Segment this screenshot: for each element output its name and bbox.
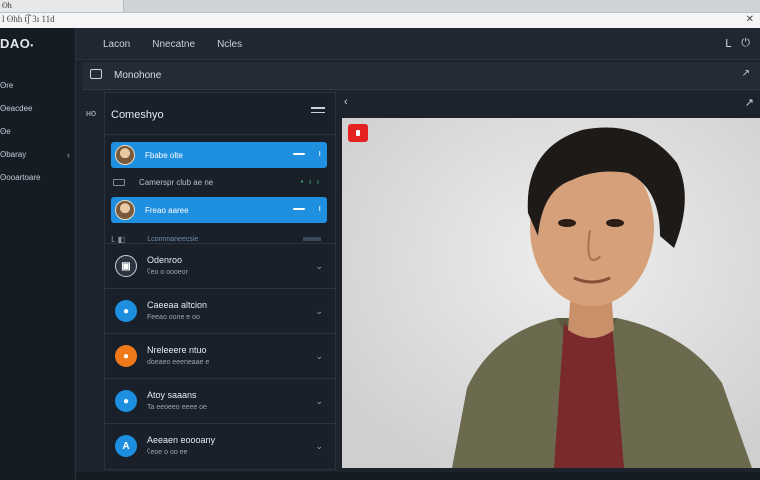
avatar [115,200,135,220]
conversation-name: Caeeaa altcion [147,300,208,310]
sidebar-item-1[interactable]: ʘre [0,74,76,97]
chevron-down-icon[interactable]: ⌄ [315,396,323,407]
avatar [115,145,135,165]
close-icon[interactable]: ✕ [746,14,754,25]
sidebar-item-label: ʘeacdee [0,104,33,113]
bottom-strip [76,472,760,480]
conversation-name: Odenroo [147,255,183,265]
dash-icon [293,153,305,155]
conversation-preview: ɗoeaeo eeeneaae e [147,359,210,366]
avatar: A [115,435,137,457]
row-mark: ı [318,203,321,213]
browser-tab[interactable]: ʘh [0,0,124,12]
browser-address-text: l ʘhh t͡ʃ 3ı 11d [2,14,55,24]
row-label: Freao aaree [145,205,189,215]
conversations-panel: Comeshyo Fbabe olte ı Camerspr club ae n… [104,92,336,470]
toolbar: Monohone ↗ [82,62,760,90]
list-item[interactable]: Camerspr club ae ne • ı ı [111,174,327,190]
browser-chrome: ʘh l ʘhh t͡ʃ 3ı 11d ✕ [0,0,760,28]
nav-link-3[interactable]: Ncles [217,39,242,50]
sidebar-item-label: ʘbaray [0,150,27,159]
power-icon[interactable]: ⏻ [741,37,750,50]
share-icon[interactable]: ↗ [745,96,754,109]
nav-link-2[interactable]: Nnecatne [152,39,195,50]
conversation-name: Atoy saaans [147,390,197,400]
top-nav-links: Lacon Nnecatne Ncles [103,39,242,50]
conversation-item-1[interactable]: ▣ Odenroo ʕeo o oooeor ⌄ [105,243,335,288]
chevron-down-icon[interactable]: ⌄ [315,261,323,272]
sidebar-item-5[interactable]: ʘooartoare [0,166,76,189]
conversation-item-5[interactable]: A Aeeaen eoooany ʕeoe o oo ee ⌄ [105,423,335,468]
highlighted-row-2[interactable]: Freao aaree ı [111,197,327,223]
conversation-item-4[interactable]: ● Atoy saaans Ta eeoeeo eeee oe ⌄ [105,378,335,423]
chevron-down-icon[interactable]: ⌄ [315,351,323,362]
expand-icon[interactable]: ↗ [742,68,750,79]
sidebar: DAO• ʘre ʘeacdee ʘe ʘbaray ‹ ʘooartoare [0,28,76,480]
browser-address-bar[interactable]: l ʘhh t͡ʃ 3ı 11d ✕ [0,12,760,28]
conversation-preview: ʕeoe o oo ee [147,449,188,456]
sidebar-item-label: ʘooartoare [0,173,41,182]
video-feed[interactable] [342,118,760,468]
conversation-name: Nreleeere ntuo [147,345,207,355]
highlighted-row-1[interactable]: Fbabe olte ı [111,142,327,168]
conversation-preview: ʕeo o oooeor [147,269,188,276]
conversation-preview: Feeao oone e oo [147,314,200,321]
toolbar-title: Monohone [114,70,162,81]
chevron-down-icon[interactable]: ⌄ [315,306,323,317]
video-header: ‹ ↗ [340,92,760,116]
panel-header: Comeshyo [105,93,335,135]
brand-name: DAO [0,36,31,51]
indicator-bar [303,237,321,241]
sidebar-item-label: ʘre [0,81,14,90]
avatar: ● [115,390,137,412]
person-icon[interactable]: ᒪ [725,37,731,50]
menu-icon[interactable] [311,107,325,116]
brand-suffix: • [30,41,34,50]
panel-title: Comeshyo [111,109,164,121]
conversation-preview: Ta eeoeeo eeee oe [147,404,207,411]
row-label: Camerspr club ae ne [139,177,214,187]
top-nav-actions: ᒪ ⏻ [725,37,750,50]
sidebar-item-label: ʘe [0,127,11,136]
row-label: Fbabe olte [145,150,183,160]
chevron-down-icon[interactable]: ⌄ [315,441,323,452]
conversation-item-3[interactable]: ● Nreleeere ntuo ɗoeaeo eeeneaae e ⌄ [105,333,335,378]
panel-side-tag: ʜo [86,108,96,118]
sidebar-nav: ʘre ʘeacdee ʘe ʘbaray ‹ ʘooartoare [0,74,76,189]
conversation-name: Aeeaen eoooany [147,435,216,445]
conversation-item-2[interactable]: ● Caeeaa altcion Feeao oone e oo ⌄ [105,288,335,333]
sidebar-item-4[interactable]: ʘbaray ‹ [0,143,76,166]
monitor-icon[interactable] [90,69,102,79]
row-mark: ı [318,148,321,158]
top-nav: Lacon Nnecatne Ncles ᒪ ⏻ [76,28,760,60]
row-label: Lconnnaneecsie [147,235,199,243]
app-brand[interactable]: DAO• [0,36,34,51]
chevron-left-icon[interactable]: ‹ [67,150,70,160]
card-icon [113,178,125,186]
status-dots: • ı ı [300,178,321,186]
sidebar-item-3[interactable]: ʘe [0,120,76,143]
person-portrait-image [342,118,760,468]
back-icon[interactable]: ‹ [344,96,348,108]
nav-link-1[interactable]: Lacon [103,39,130,50]
monitor-avatar-icon: ▣ [115,255,137,277]
sidebar-item-2[interactable]: ʘeacdee [0,97,76,120]
dash-icon [293,208,305,210]
browser-tab-title: ʘh [2,1,12,10]
avatar: ● [115,345,137,367]
record-icon[interactable] [348,124,368,142]
avatar: ● [115,300,137,322]
